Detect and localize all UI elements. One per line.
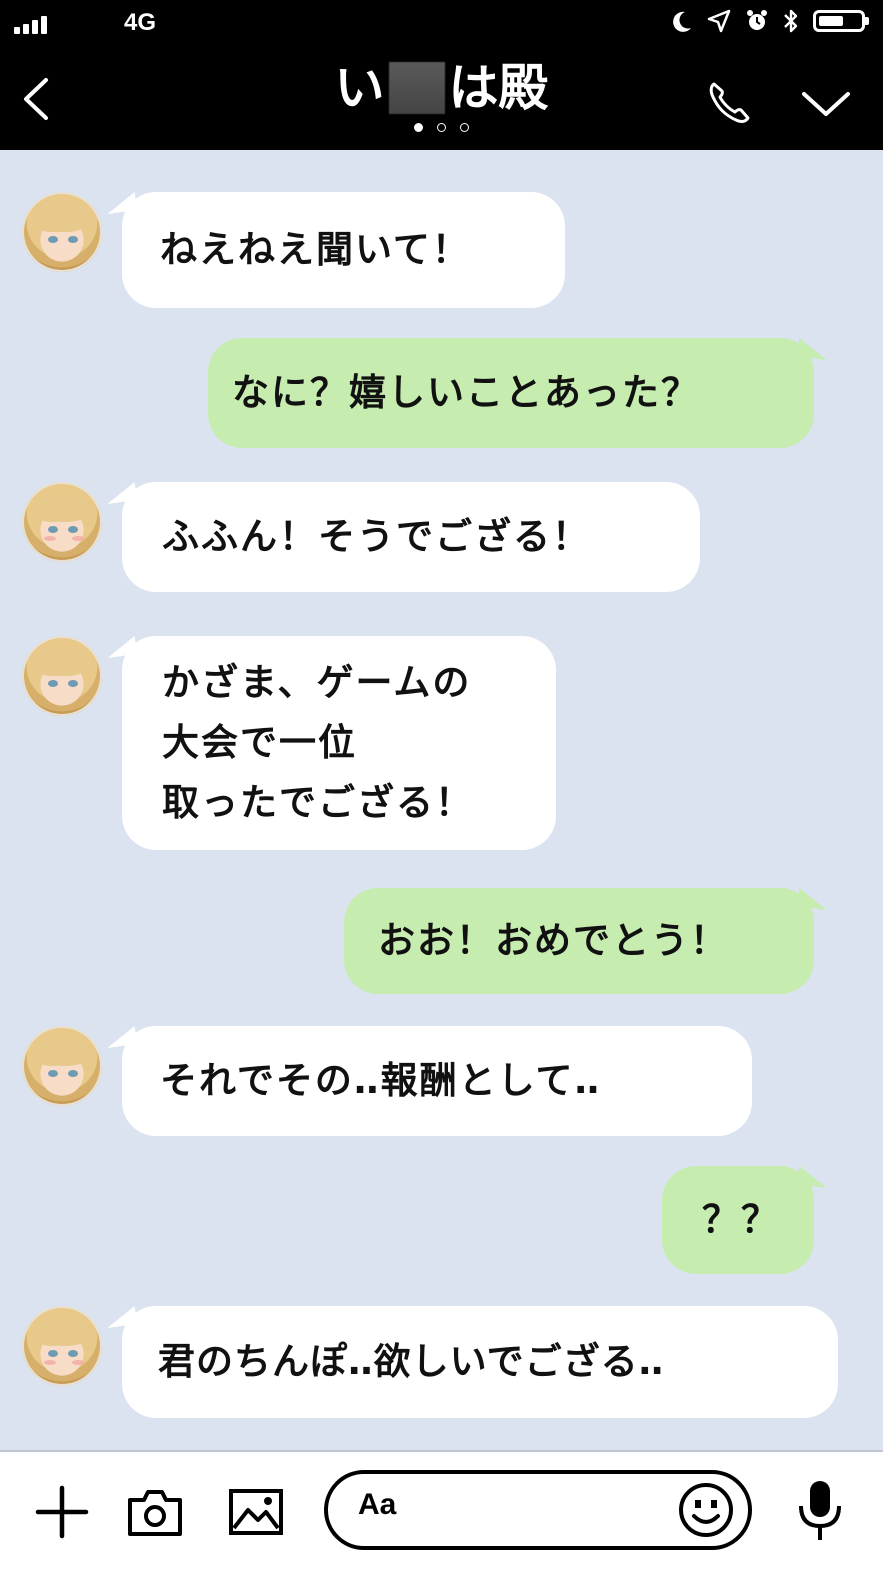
avatar-hair [36,1316,92,1346]
camera-icon[interactable] [126,1486,184,1538]
sender-avatar[interactable] [22,482,102,562]
chat-header: い は殿 [0,50,883,150]
censor-block [388,61,445,114]
input-bar: Aa [0,1450,883,1569]
message-list: ねえねえ聞いて！ なに？嬉しいことあった？ ふふん！そうでござる！ かざま、ゲー… [0,150,883,1450]
message-text: ふふん！そうでござる！ [162,515,591,558]
message-bubble-outgoing[interactable]: おお！おめでとう！ [344,888,814,994]
bluetooth-icon [784,9,798,33]
message-text-line: 大会で一位 [162,721,357,764]
avatar-hair [36,492,92,522]
avatar-hair [36,202,92,232]
page-dot [414,123,423,132]
status-icons [671,8,869,34]
message-text: ねえねえ聞いて！ [160,228,471,271]
location-icon [707,9,731,33]
sender-avatar[interactable] [22,192,102,272]
avatar-eye [68,1070,78,1077]
microphone-icon[interactable] [794,1478,846,1544]
sender-avatar[interactable] [22,636,102,716]
message-bubble-incoming[interactable]: かざま、ゲームの 大会で一位 取ったでござる！ [122,636,556,850]
avatar-hair [36,1036,92,1066]
message-bubble-incoming[interactable]: 君のちんぽ‥欲しいでござる‥ [122,1306,838,1418]
title-suffix: は殿 [448,58,549,117]
message-text: 君のちんぽ‥欲しいでござる‥ [158,1340,665,1383]
plus-icon[interactable] [34,1484,90,1540]
avatar-eye [68,526,78,533]
avatar-eye [68,1350,78,1357]
page-dot [460,123,469,132]
message-bubble-incoming[interactable]: ねえねえ聞いて！ [122,192,565,308]
avatar-eye [48,1070,58,1077]
avatar-blush [44,536,56,541]
network-label: 4G [124,9,157,36]
avatar-blush [44,1360,56,1365]
message-bubble-outgoing[interactable]: なに？嬉しいことあった？ [208,338,814,448]
emoji-icon[interactable] [676,1480,736,1540]
message-text-line: かざま、ゲームの [162,661,472,704]
avatar-eye [48,526,58,533]
message-input[interactable]: Aa [324,1470,752,1550]
battery-icon [813,10,869,32]
title-prefix: い [334,58,385,117]
battery-fill [819,16,843,26]
message-text-line: 取ったでござる！ [162,781,474,824]
message-text: それでその‥報酬として‥ [160,1059,602,1102]
avatar-hair [36,646,92,676]
page-indicator [0,123,883,132]
message-text: なに？嬉しいことあった？ [232,371,700,414]
avatar-eye [48,236,58,243]
avatar-eye [68,680,78,687]
message-bubble-incoming[interactable]: ふふん！そうでござる！ [122,482,700,592]
sender-avatar[interactable] [22,1306,102,1386]
avatar-eye [48,680,58,687]
avatar-eye [48,1350,58,1357]
page-dot [437,123,446,132]
message-bubble-outgoing[interactable]: ？？ [662,1166,814,1274]
avatar-blush [72,536,84,541]
chevron-down-icon[interactable] [800,86,852,120]
signal-icon [14,14,47,34]
avatar-eye [68,236,78,243]
message-input-placeholder: Aa [358,1488,397,1521]
moon-icon [673,11,691,32]
avatar-blush [72,1360,84,1365]
sender-avatar[interactable] [22,1026,102,1106]
message-bubble-incoming[interactable]: それでその‥報酬として‥ [122,1026,752,1136]
image-icon[interactable] [228,1488,284,1536]
alarm-icon [747,10,767,30]
message-text: ？？ [702,1198,780,1241]
status-bar: 4G [0,0,883,50]
message-text: おお！おめでとう！ [378,919,729,962]
phone-icon[interactable] [706,78,754,126]
